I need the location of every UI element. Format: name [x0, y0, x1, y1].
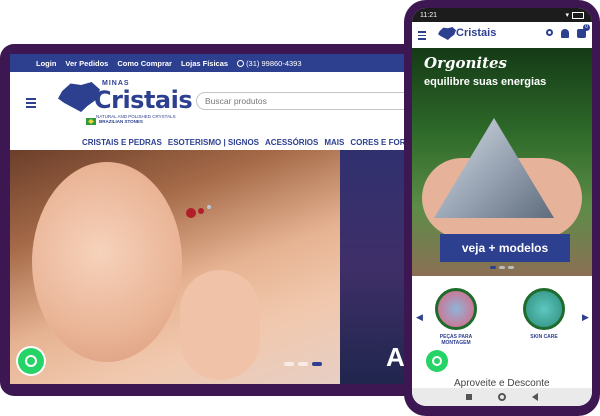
mobile-header: Cristais 0	[412, 22, 592, 48]
brazilian-stones-badge: BRAZILIAN STONES	[86, 118, 143, 125]
user-icon[interactable]	[561, 29, 569, 38]
mobile-logo[interactable]: Cristais	[438, 24, 498, 46]
carousel-dot[interactable]	[298, 362, 308, 366]
android-nav-bar	[412, 388, 592, 406]
carousel-dot[interactable]	[508, 266, 514, 269]
orders-link[interactable]: Ver Pedidos	[65, 59, 108, 68]
hero-model-photo	[10, 150, 340, 384]
category-label: PEÇAS PARA MONTAGEM	[439, 334, 473, 346]
see-more-models-button[interactable]: veja + modelos	[440, 234, 570, 262]
nav-item-cores[interactable]: CORES E FORM	[350, 138, 412, 147]
category-label: SKIN CARE	[530, 334, 558, 340]
home-icon[interactable]	[498, 393, 506, 401]
status-icons: ▾	[565, 11, 584, 19]
menu-icon[interactable]	[26, 98, 36, 110]
desktop-screen: Login Ver Pedidos Como Comprar Lojas Fís…	[10, 54, 414, 384]
chevron-left-icon[interactable]: ◀	[416, 312, 423, 323]
hero-next-slide: Ac	[340, 150, 414, 384]
signal-icon: ▾	[565, 12, 569, 19]
hero-earrings	[186, 208, 196, 218]
carousel-dot[interactable]	[284, 362, 294, 366]
search-icon[interactable]	[546, 29, 553, 36]
recents-icon[interactable]	[466, 394, 472, 400]
carousel-dot-active[interactable]	[490, 266, 496, 269]
battery-icon	[572, 11, 584, 19]
category-item-skincare[interactable]: SKIN CARE	[514, 288, 574, 340]
logo-cristais-text: Cristais	[94, 86, 193, 114]
category-image	[523, 288, 565, 330]
nav-item-cristais[interactable]: CRISTAIS E PEDRAS	[82, 138, 162, 147]
back-icon[interactable]	[532, 393, 538, 401]
physical-stores-link[interactable]: Lojas Físicas	[181, 59, 228, 68]
mobile-status-bar: 11:21 ▾	[412, 8, 592, 22]
search-input[interactable]: Buscar produtos	[196, 92, 414, 110]
cart-count-badge: 0	[583, 24, 590, 31]
mobile-category-carousel: ◀ PEÇAS PARA MONTAGEM SKIN CARE ▶	[412, 282, 592, 354]
how-to-buy-link[interactable]: Como Comprar	[117, 59, 172, 68]
mobile-carousel-dots[interactable]	[490, 266, 514, 269]
nav-item-mais[interactable]: MAIS	[324, 138, 344, 147]
hero-hand	[180, 270, 260, 380]
brazil-flag-icon	[86, 118, 96, 125]
category-item-montagem[interactable]: PEÇAS PARA MONTAGEM	[426, 288, 486, 346]
mobile-menu-icon[interactable]	[418, 31, 426, 42]
status-time: 11:21	[420, 11, 437, 19]
banner-subtitle: equilibre suas energias	[424, 76, 547, 88]
phone-number: (31) 99860-4393	[246, 58, 302, 68]
carousel-dot-active[interactable]	[312, 362, 322, 366]
desktop-header: MINAS Cristais NATURAL AND POLISHED CRYS…	[10, 72, 414, 130]
mobile-logo-text: Cristais	[456, 27, 497, 39]
mobile-screen: 11:21 ▾ Cristais 0 Orgonites equilibre s…	[412, 8, 592, 406]
whatsapp-float-button[interactable]	[18, 348, 44, 374]
cart-icon[interactable]: 0	[577, 24, 590, 38]
mobile-device-frame: 11:21 ▾ Cristais 0 Orgonites equilibre s…	[404, 0, 600, 416]
hero-carousel[interactable]: Ac	[10, 150, 414, 384]
desktop-device-frame: Login Ver Pedidos Como Comprar Lojas Fís…	[0, 44, 424, 396]
nav-item-acessorios[interactable]: ACESSÓRIOS	[265, 138, 318, 147]
hero-face	[32, 162, 182, 362]
chevron-right-icon[interactable]: ▶	[582, 312, 589, 323]
mobile-whatsapp-button[interactable]	[426, 350, 448, 372]
whatsapp-icon	[237, 59, 245, 67]
desktop-topbar: Login Ver Pedidos Como Comprar Lojas Fís…	[10, 54, 414, 72]
banner-title: Orgonites	[424, 54, 507, 72]
mobile-hero-banner[interactable]: Orgonites equilibre suas energias veja +…	[412, 48, 592, 276]
nav-item-esoterismo[interactable]: ESOTERISMO | SIGNOS	[168, 138, 259, 147]
whatsapp-phone-link[interactable]: (31) 99860-4393	[237, 58, 302, 68]
category-nav: CRISTAIS E PEDRAS ESOTERISMO | SIGNOS AC…	[82, 138, 412, 147]
mobile-header-icons: 0	[546, 24, 590, 38]
badge-label: BRAZILIAN STONES	[99, 119, 143, 124]
mobile-logo-map	[438, 27, 456, 40]
category-image	[435, 288, 477, 330]
carousel-dots[interactable]	[284, 362, 322, 366]
login-link[interactable]: Login	[36, 59, 56, 68]
carousel-dot[interactable]	[499, 266, 505, 269]
